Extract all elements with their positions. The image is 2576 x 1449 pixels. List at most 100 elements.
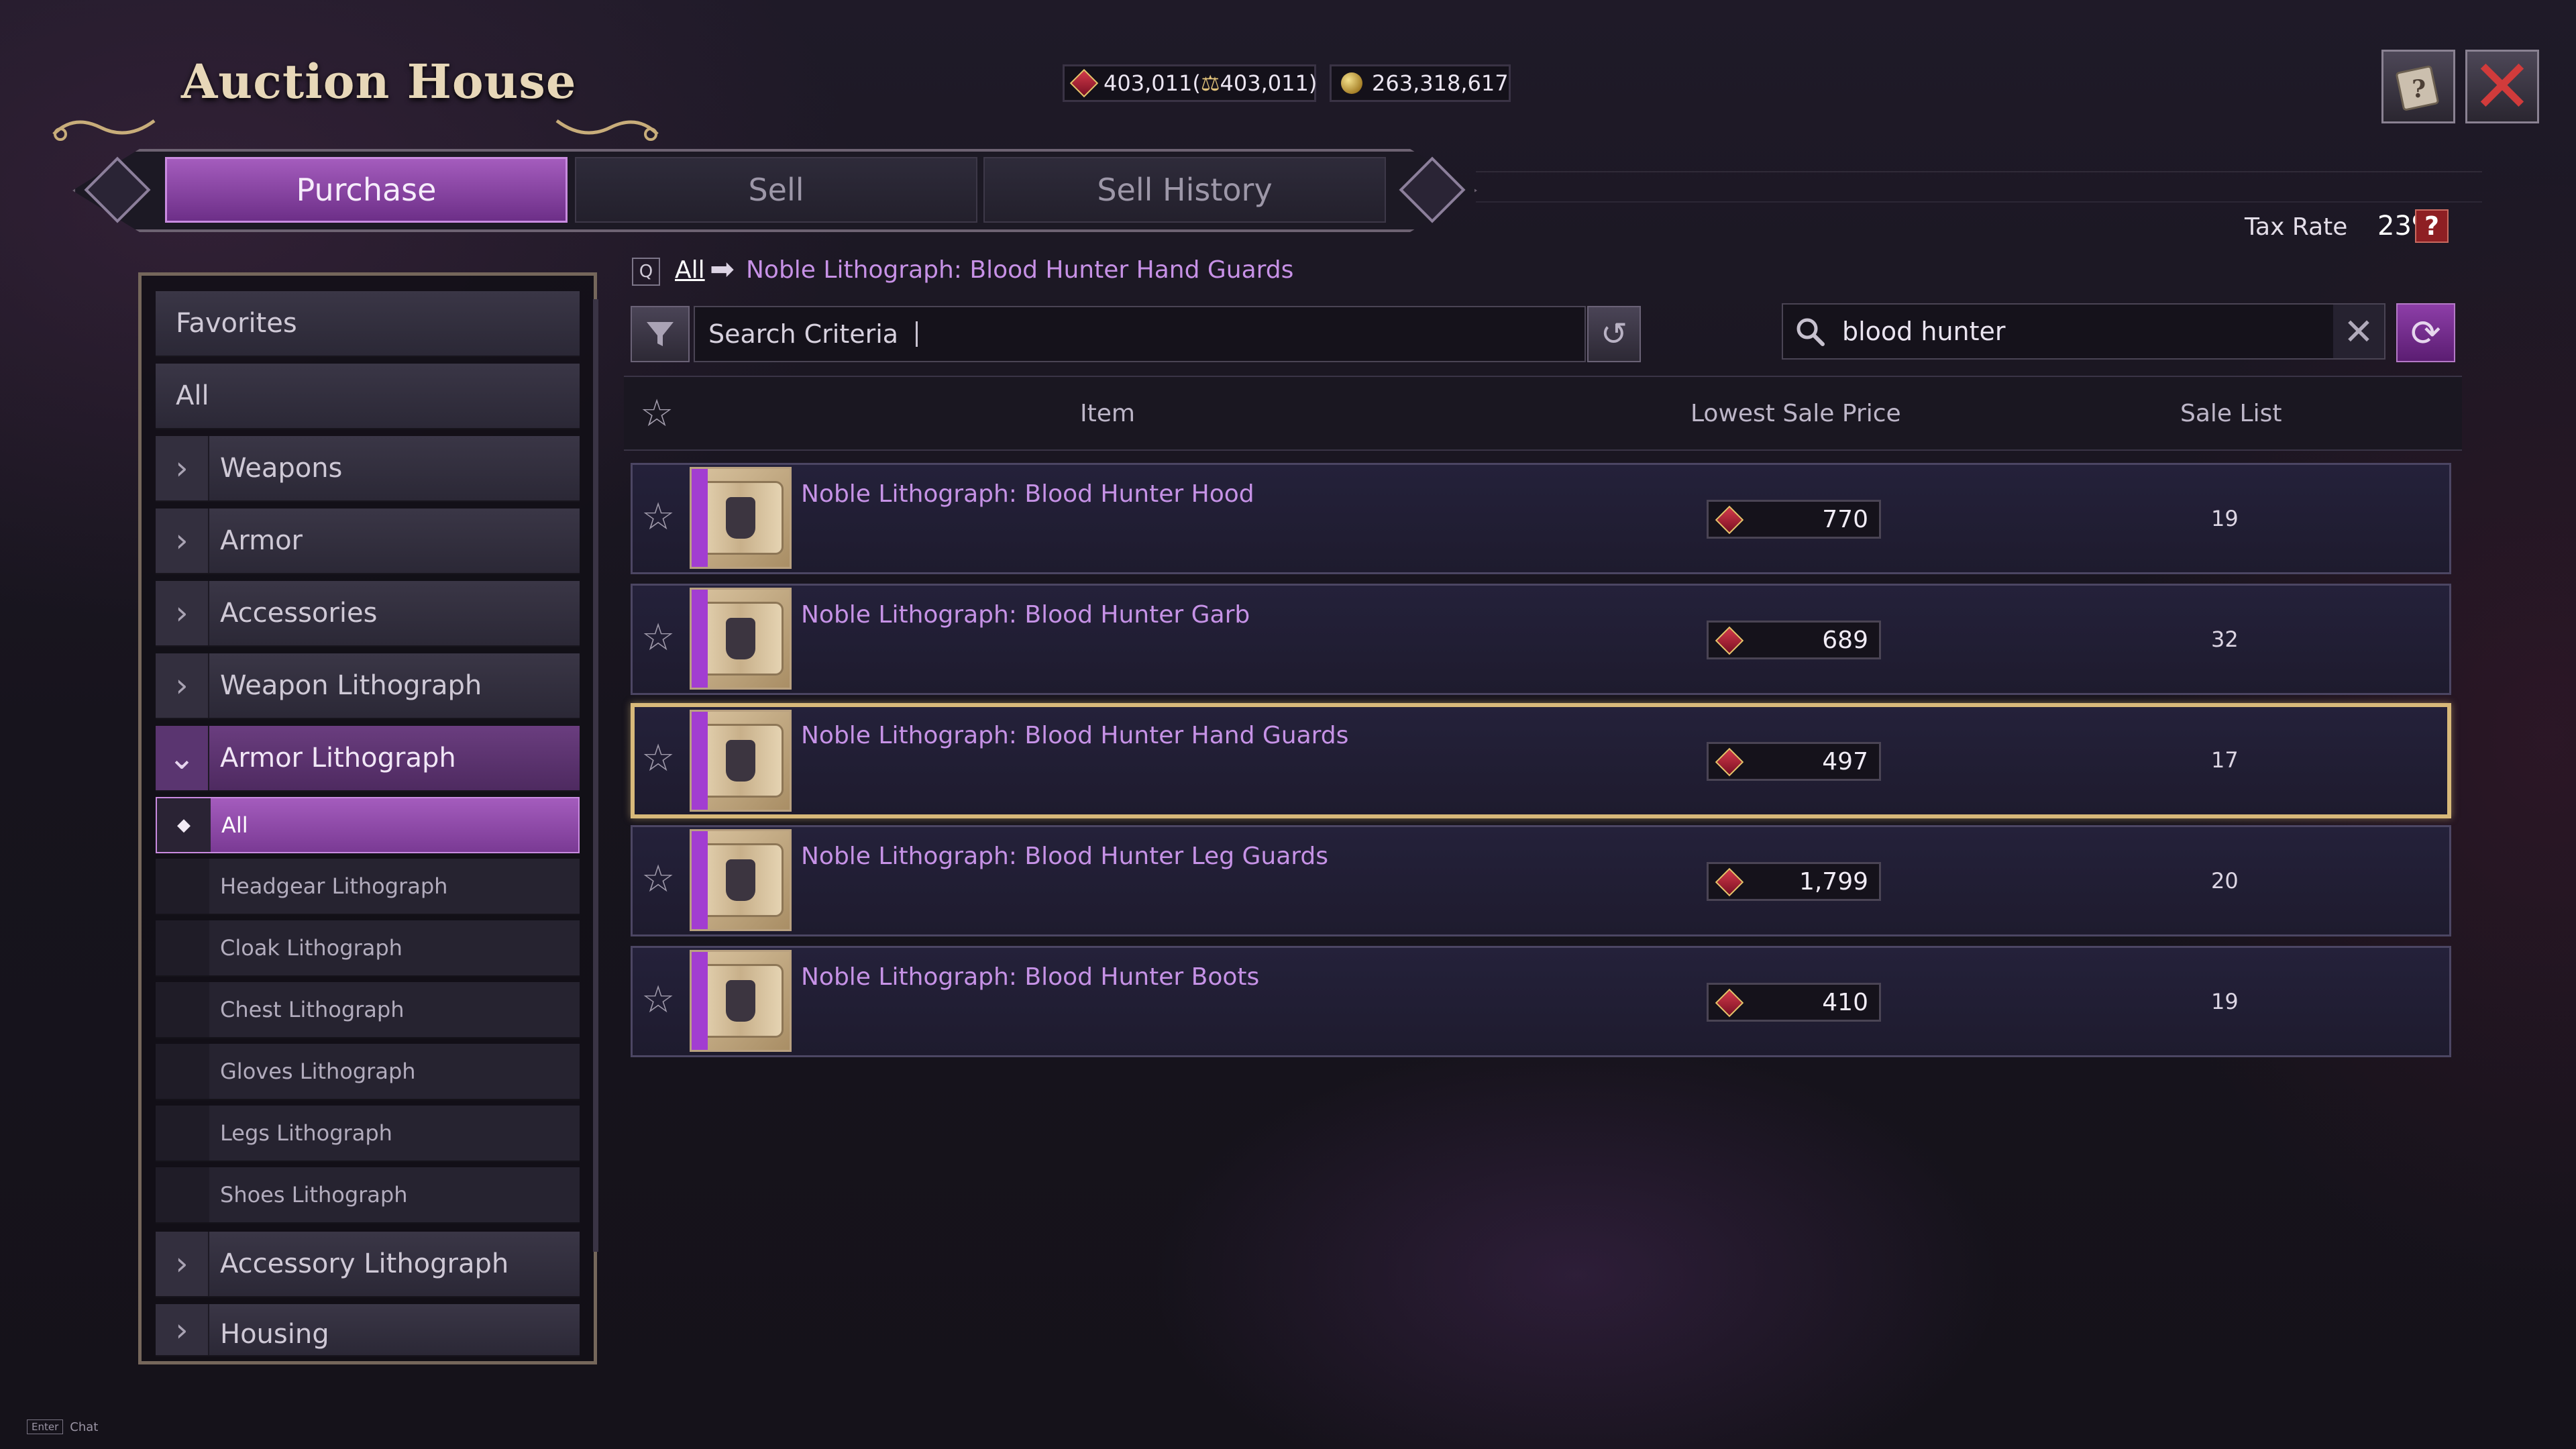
chevron-right-icon: › — [156, 1232, 209, 1296]
close-button[interactable]: ✕ — [2465, 50, 2539, 123]
sidebar-item-label: Weapons — [220, 453, 343, 484]
lithograph-scroll-icon — [698, 964, 784, 1038]
sidebar-item-weapon-lithograph[interactable]: › Weapon Lithograph — [156, 653, 580, 719]
sidebar-item-weapons[interactable]: › Weapons — [156, 436, 580, 502]
search-input[interactable]: blood hunter ✕ — [1782, 303, 2385, 360]
chevron-right-icon: › — [156, 508, 209, 573]
price-field: 770 — [1707, 500, 1881, 539]
table-row[interactable] — [631, 463, 2451, 574]
chat-hint: Enter Chat — [27, 1419, 98, 1434]
sidebar-item-favorites[interactable]: Favorites — [156, 291, 580, 357]
currency-primary: 403,011(⚖403,011) — [1063, 64, 1318, 102]
favorite-star-icon[interactable]: ☆ — [641, 857, 675, 901]
sidebar-subitem-shoes-lithograph[interactable]: Shoes Lithograph — [156, 1167, 580, 1224]
filter-button[interactable] — [631, 306, 690, 362]
reset-criteria-button[interactable]: ↺ — [1587, 306, 1641, 362]
sale-list-count: 32 — [2211, 627, 2239, 652]
table-row[interactable] — [631, 946, 2451, 1057]
price-field: 410 — [1707, 983, 1881, 1022]
breadcrumb-root-link[interactable]: All — [675, 256, 705, 284]
item-thumbnail — [690, 467, 792, 569]
search-query: blood hunter — [1842, 317, 2006, 346]
tab-purchase[interactable]: Purchase — [165, 157, 568, 223]
sidebar-item-label: Housing — [220, 1319, 329, 1350]
sidebar-subitem-chest-lithograph[interactable]: Chest Lithograph — [156, 982, 580, 1038]
table-row-selected[interactable] — [631, 703, 2451, 818]
sidebar-item-label: Accessories — [220, 598, 378, 629]
tab-sell[interactable]: Sell — [575, 157, 977, 223]
chevron-right-icon: › — [156, 653, 209, 718]
refresh-button[interactable]: ⟳ — [2396, 303, 2455, 362]
lithograph-scroll-icon — [698, 481, 784, 555]
divider — [1476, 171, 2482, 172]
item-thumbnail — [690, 588, 792, 690]
sidebar-scrollbar[interactable] — [593, 299, 598, 1252]
currency-secondary: 263,318,617 — [1330, 64, 1511, 102]
search-icon — [1796, 318, 1825, 346]
favorite-star-icon[interactable]: ☆ — [641, 616, 675, 659]
sidebar-item-housing[interactable]: › Housing — [156, 1304, 580, 1356]
sidebar-subitem-label: Legs Lithograph — [220, 1120, 392, 1146]
price-field: 1,799 — [1707, 862, 1881, 901]
tax-help-button[interactable]: ? — [2415, 209, 2449, 243]
item-thumbnail — [690, 950, 792, 1052]
sidebar-item-accessory-lithograph[interactable]: › Accessory Lithograph — [156, 1232, 580, 1297]
clear-search-button[interactable]: ✕ — [2333, 305, 2384, 358]
price-value: 689 — [1822, 626, 1868, 654]
svg-text:?: ? — [2412, 75, 2426, 103]
sidebar-subitem-legs-lithograph[interactable]: Legs Lithograph — [156, 1106, 580, 1162]
sidebar-subitem-gloves-lithograph[interactable]: Gloves Lithograph — [156, 1044, 580, 1100]
currency-primary-value: 403,011(⚖403,011) — [1104, 70, 1318, 96]
sidebar-subitem-label: Headgear Lithograph — [220, 873, 448, 899]
column-header-item[interactable]: Item — [1080, 400, 1135, 427]
sidebar-item-label: Accessory Lithograph — [220, 1248, 509, 1279]
red-crystal-icon — [1715, 747, 1744, 777]
sidebar-item-all[interactable]: All — [156, 364, 580, 429]
favorite-star-icon[interactable]: ☆ — [641, 495, 675, 539]
price-field: 689 — [1707, 621, 1881, 659]
sidebar-subitem-cloak-lithograph[interactable]: Cloak Lithograph — [156, 920, 580, 977]
refresh-icon: ⟳ — [2410, 311, 2441, 354]
item-name: Noble Lithograph: Blood Hunter Leg Guard… — [801, 843, 1329, 870]
favorite-star-icon[interactable]: ☆ — [641, 978, 675, 1022]
currency-secondary-value: 263,318,617 — [1372, 70, 1509, 96]
column-header-price[interactable]: Lowest Sale Price — [1690, 400, 1901, 427]
table-row[interactable] — [631, 584, 2451, 695]
sidebar-item-label: All — [176, 380, 209, 411]
sale-list-count: 19 — [2211, 989, 2239, 1014]
chevron-right-icon: › — [156, 436, 209, 500]
tab-sell-history[interactable]: Sell History — [983, 157, 1386, 223]
help-book-button[interactable]: ? — [2381, 50, 2455, 123]
search-criteria-placeholder: Search Criteria — [708, 319, 899, 349]
chevron-right-icon: › — [156, 1304, 209, 1355]
price-value: 770 — [1822, 505, 1868, 533]
favorite-filter-star-icon[interactable]: ☆ — [640, 392, 674, 435]
filter-icon — [647, 322, 674, 346]
search-criteria-field[interactable]: Search Criteria — [694, 306, 1586, 362]
lithograph-scroll-icon — [698, 724, 784, 798]
sidebar-subitem-label: All — [221, 812, 248, 838]
close-icon: ✕ — [2343, 310, 2374, 353]
favorite-star-icon[interactable]: ☆ — [641, 737, 675, 780]
sidebar-item-label: Armor — [220, 525, 303, 556]
flourish-right-icon — [555, 119, 659, 141]
sidebar-subitem-label: Chest Lithograph — [220, 997, 405, 1022]
item-name: Noble Lithograph: Blood Hunter Hood — [801, 480, 1254, 508]
item-thumbnail — [690, 829, 792, 931]
item-thumbnail — [690, 710, 792, 812]
price-value: 410 — [1822, 988, 1868, 1016]
column-header-sale-list[interactable]: Sale List — [2180, 400, 2282, 427]
tax-rate-label: Tax Rate — [2245, 213, 2348, 241]
price-value: 1,799 — [1799, 867, 1868, 896]
divider — [1476, 201, 2482, 203]
sidebar-subitem-label: Shoes Lithograph — [220, 1182, 408, 1208]
close-icon: ✕ — [2471, 44, 2534, 129]
help-book-icon: ? — [2396, 65, 2439, 111]
sidebar-subitem-all[interactable]: ◆ All — [156, 797, 580, 853]
sidebar-subitem-headgear-lithograph[interactable]: Headgear Lithograph — [156, 859, 580, 915]
sidebar-item-armor-lithograph[interactable]: ⌄ Armor Lithograph — [156, 726, 580, 792]
chat-label: Chat — [70, 1419, 99, 1434]
sidebar-item-accessories[interactable]: › Accessories — [156, 581, 580, 647]
table-row[interactable] — [631, 825, 2451, 936]
sidebar-item-armor[interactable]: › Armor — [156, 508, 580, 574]
